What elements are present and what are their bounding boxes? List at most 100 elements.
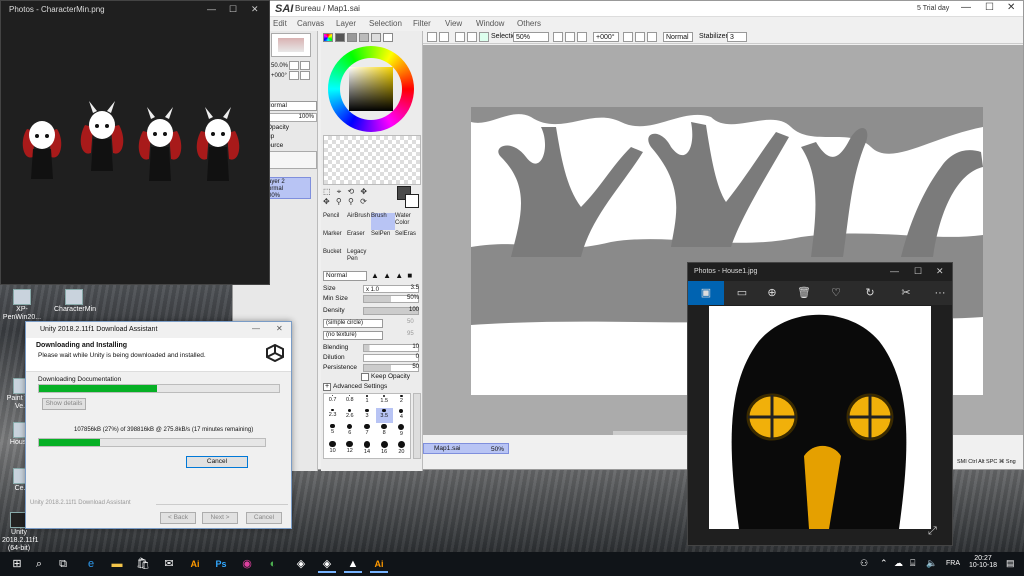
minimize-button[interactable]: —	[207, 4, 216, 14]
close-button[interactable]: ✕	[251, 4, 259, 15]
maximize-button[interactable]: ☐	[229, 4, 237, 15]
brush-size-preset[interactable]: 12	[341, 440, 358, 458]
back-button[interactable]: < Back	[160, 512, 196, 524]
color-wheel[interactable]	[328, 46, 414, 132]
desktop-icon-xp-pen[interactable]: XP-PenWin20...	[2, 289, 42, 322]
zoom-out-button[interactable]	[553, 32, 563, 42]
brush-size-preset[interactable]: 0.8	[341, 394, 358, 408]
next-button[interactable]: Next >	[202, 512, 238, 524]
zoom-in-button[interactable]	[565, 32, 575, 42]
brush-size-preset[interactable]: 4	[393, 408, 410, 423]
tool-airbrush[interactable]: AirBrush	[347, 213, 371, 230]
brush-size-preset[interactable]: 5	[324, 423, 341, 440]
task-view-icon[interactable]: ⧉	[54, 555, 72, 573]
deselect-button[interactable]	[455, 32, 465, 42]
stabilizer-select[interactable]: 3	[727, 32, 747, 42]
start-icon[interactable]: ⊞	[8, 555, 26, 573]
volume-icon[interactable]: 🔈	[926, 558, 937, 569]
clock[interactable]: 20:27 10-10-18	[968, 555, 998, 569]
keep-opacity-checkbox[interactable]	[361, 373, 369, 381]
maximize-button[interactable]: ☐	[914, 266, 922, 277]
zoom-icon[interactable]: ⊕	[764, 285, 780, 301]
menu-edit[interactable]: Edit	[273, 19, 287, 28]
brush-size-preset[interactable]: 8	[376, 423, 393, 440]
illustrator-icon[interactable]: Ai	[186, 555, 204, 573]
advanced-expand-icon[interactable]: +	[323, 383, 331, 391]
search-icon[interactable]: ⌕	[30, 555, 48, 573]
delete-icon[interactable]: 🗑	[796, 285, 812, 301]
color-mode-buttons[interactable]	[323, 33, 421, 43]
tool-bucket[interactable]: Bucket	[323, 249, 347, 266]
redo-button[interactable]	[439, 32, 449, 42]
layer-item[interactable]: ayer 2 ormal 00%	[265, 177, 311, 199]
brush-size-preset[interactable]: 6	[341, 423, 358, 440]
undo-button[interactable]	[427, 32, 437, 42]
slideshow-icon[interactable]: ▭	[734, 285, 750, 301]
close-button[interactable]: ✕	[276, 324, 283, 333]
brush-size-preset[interactable]: 1	[358, 394, 375, 408]
brush-size-preset[interactable]: 9	[393, 423, 410, 440]
selection-tools[interactable]: ⬚ ⌖ ⟲ ✥ ✥ ⚲ ⚲ ⟳	[323, 187, 395, 209]
size-row[interactable]: Size x 1.0 3.5	[323, 285, 421, 294]
zoom-field[interactable]: 50%	[513, 32, 549, 42]
sai-taskbar-icon[interactable]: Ai	[370, 555, 388, 573]
tool-legacy-pen[interactable]: Legacy Pen	[347, 249, 371, 266]
layer-buttons[interactable]	[265, 151, 317, 169]
brush-size-preset[interactable]: 0.7	[324, 394, 341, 408]
store-icon[interactable]: 🛍	[134, 555, 152, 573]
more-options-icon[interactable]: ···	[932, 285, 948, 301]
dilution-slider[interactable]	[363, 354, 419, 362]
brush-size-preset[interactable]: 2.3	[324, 408, 341, 423]
preset-scrollbar[interactable]	[413, 393, 421, 459]
edge-icon[interactable]: e	[82, 555, 100, 573]
minimize-button[interactable]: —	[252, 324, 260, 333]
brush-size-preset[interactable]: 3.5	[375, 407, 393, 423]
onedrive-icon[interactable]: ☁	[894, 558, 903, 569]
unity-taskbar-icon[interactable]: ◈	[292, 555, 310, 573]
document-tab[interactable]: Map1.sai 50%	[423, 443, 509, 454]
tool-seleras[interactable]: SelEras	[395, 231, 419, 248]
tool-marker[interactable]: Marker	[323, 231, 347, 248]
advanced-settings-label[interactable]: Advanced Settings	[333, 383, 387, 390]
notifications-icon[interactable]: ▤	[1006, 558, 1015, 569]
tool-eraser[interactable]: Eraser	[347, 231, 371, 248]
layer-mode-select[interactable]: Normal	[263, 101, 317, 111]
maps-icon[interactable]: ◐	[264, 555, 282, 573]
tool-pencil[interactable]: Pencil	[323, 213, 347, 230]
brush-size-preset[interactable]: 2.6	[341, 408, 358, 423]
favorite-icon[interactable]: ♡	[828, 285, 844, 301]
persistence-row[interactable]: Persistence 50	[323, 364, 421, 373]
color-square[interactable]	[349, 67, 393, 111]
persistence-slider[interactable]	[363, 364, 419, 372]
menu-selection[interactable]: Selection	[369, 19, 402, 28]
menu-others[interactable]: Others	[517, 19, 541, 28]
brush-size-presets[interactable]: 0.7 0.8 1 1.5 2 2.3 2.6 3 3.5 4 5 6 7 8 9 10 12 14 16 20	[323, 393, 411, 459]
invert-button[interactable]	[467, 32, 477, 42]
brush-size-preset[interactable]: 1.5	[376, 394, 393, 408]
brush-size-preset[interactable]: 10	[324, 440, 341, 458]
expand-icon[interactable]: ⤢	[928, 525, 937, 538]
menu-canvas[interactable]: Canvas	[297, 19, 324, 28]
selection-checkbox[interactable]	[479, 32, 489, 42]
blending-slider[interactable]	[363, 344, 419, 352]
rotate-icon[interactable]: ↻	[862, 285, 878, 301]
density-row[interactable]: Density 100	[323, 307, 421, 316]
brush-size-preset[interactable]: 2	[393, 394, 410, 408]
mail-icon[interactable]: ✉	[160, 555, 178, 573]
language-indicator[interactable]: FRA	[946, 560, 960, 567]
tool-watercolor[interactable]: Water Color	[395, 213, 419, 230]
dilution-row[interactable]: Dilution 0	[323, 354, 421, 363]
rotate-right-button[interactable]	[635, 32, 645, 42]
cancel-footer-button[interactable]: Cancel	[246, 512, 282, 524]
brush-size-preset[interactable]: 20	[393, 440, 410, 458]
minimize-button[interactable]: —	[961, 2, 971, 13]
show-details-button[interactable]: Show details	[42, 398, 86, 410]
layer-opacity-slider[interactable]: 100%	[263, 113, 317, 122]
edit-icon[interactable]: ✂	[898, 285, 914, 301]
min-size-row[interactable]: Min Size 50%	[323, 295, 421, 304]
tool-brush[interactable]: Brush	[371, 213, 395, 230]
brush-size-preset[interactable]: 7	[358, 423, 375, 440]
desktop-icon-charactermin[interactable]: CharacterMin	[54, 289, 96, 314]
rotation-field[interactable]: +000°	[593, 32, 619, 42]
menu-view[interactable]: View	[445, 19, 462, 28]
